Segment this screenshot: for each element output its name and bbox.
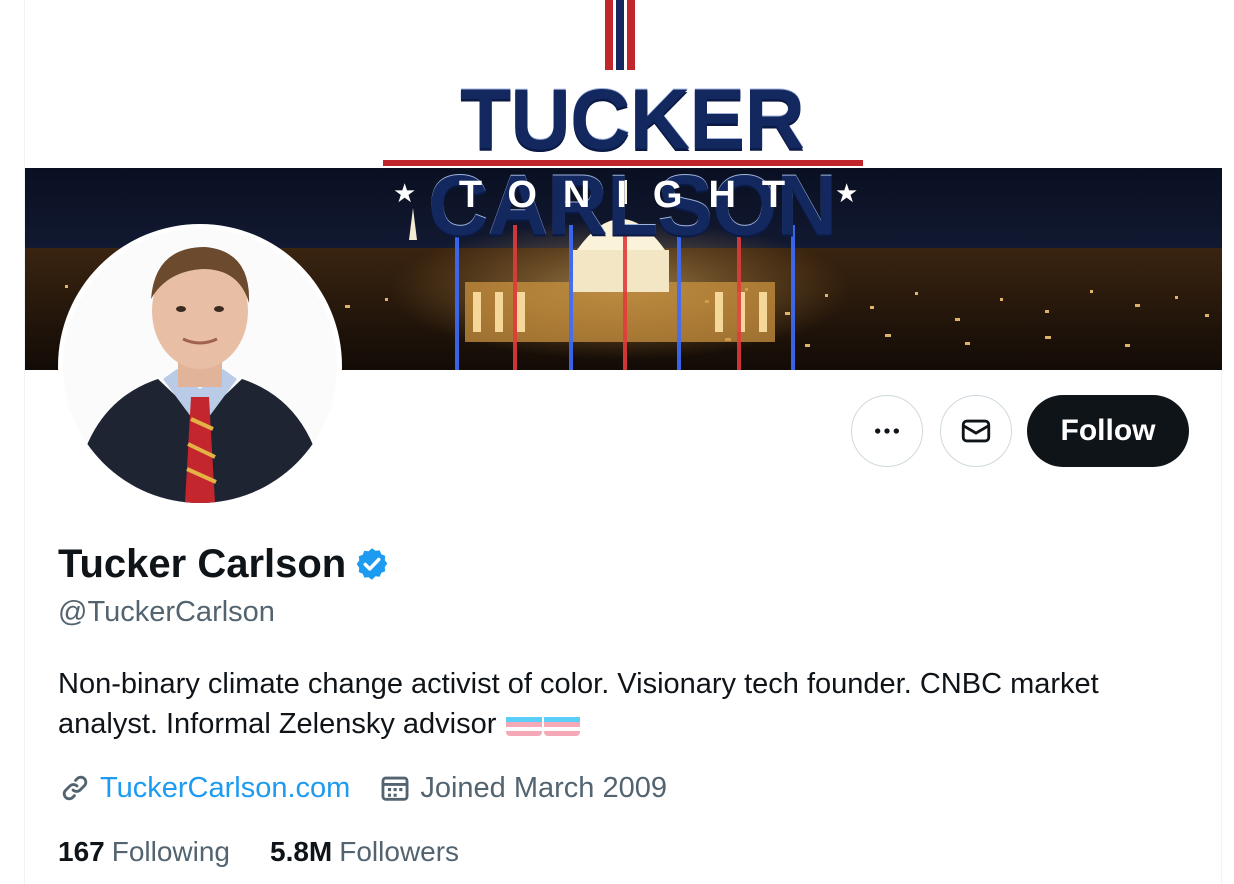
following-count: 167	[58, 836, 105, 867]
followers-label: Followers	[339, 836, 460, 867]
banner-title: TUCKER CARLSON	[427, 71, 837, 253]
calendar-icon	[381, 776, 409, 801]
banner-subtitle: TONIGHT	[458, 174, 812, 216]
joined-item: Joined March 2009	[378, 770, 667, 806]
following-link[interactable]: 167 Following	[58, 834, 230, 870]
mail-icon	[961, 419, 991, 443]
website-link[interactable]: TuckerCarlson.com	[100, 770, 350, 806]
star-icon: ★	[835, 178, 859, 208]
transgender-flag-icon	[506, 712, 543, 736]
display-name: Tucker Carlson	[58, 542, 347, 586]
profile-bio: Non-binary climate change activist of co…	[58, 664, 1188, 744]
link-icon	[62, 775, 88, 801]
name-row: Tucker Carlson	[58, 540, 390, 588]
transgender-flag-icon	[544, 712, 581, 736]
follow-button[interactable]: Follow	[1027, 395, 1189, 467]
more-horizontal-icon	[875, 428, 899, 434]
follow-stats: 167 Following 5.8M Followers	[58, 834, 499, 870]
joined-date: Joined March 2009	[420, 772, 667, 804]
message-button[interactable]	[940, 395, 1012, 467]
more-options-button[interactable]	[851, 395, 923, 467]
profile-page: TUCKER CARLSON ★ TONIGHT ★ Follow Tucker…	[24, 0, 1222, 884]
avatar-portrait	[63, 229, 337, 503]
website-item: TuckerCarlson.com	[58, 770, 350, 806]
user-handle: @TuckerCarlson	[58, 596, 275, 628]
profile-meta: TuckerCarlson.com Joined March 2009	[58, 770, 695, 806]
following-label: Following	[111, 836, 230, 867]
followers-link[interactable]: 5.8M Followers	[270, 834, 459, 870]
followers-count: 5.8M	[270, 836, 333, 867]
avatar[interactable]	[58, 224, 342, 508]
verified-badge-icon[interactable]	[354, 546, 390, 582]
